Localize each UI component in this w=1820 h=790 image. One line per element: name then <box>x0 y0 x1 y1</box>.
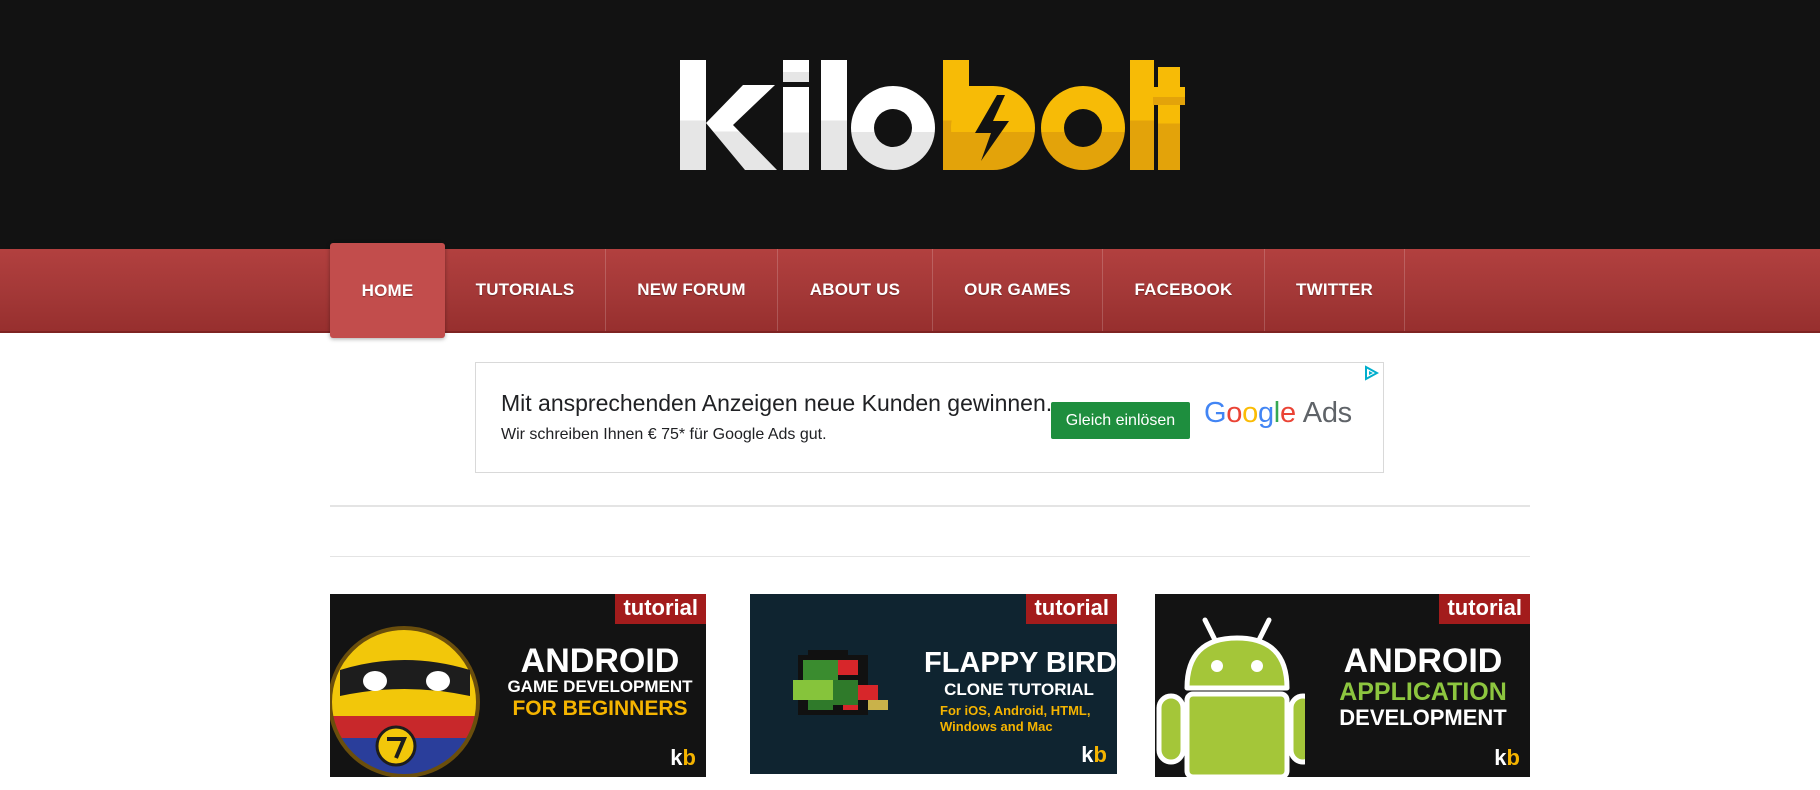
card-title: FLAPPY BIRD <box>924 647 1117 679</box>
card-platforms-line-2: Windows and Mac <box>940 719 1053 734</box>
tutorial-card-android-app-dev[interactable]: tutorial ANDROID APPLICATION DEVELOPMENT… <box>1155 594 1530 777</box>
nav-item-about-us[interactable]: ABOUT US <box>778 249 933 331</box>
content-divider <box>330 505 1530 507</box>
ad-headline[interactable]: Mit ansprechenden Anzeigen neue Kunden g… <box>501 390 1052 417</box>
kb-logo: kb <box>1494 745 1520 770</box>
ninja-mascot-icon <box>330 626 480 777</box>
nav-item-facebook[interactable]: FACEBOOK <box>1103 249 1265 331</box>
tutorial-tag: tutorial <box>615 594 706 624</box>
kb-logo: kb <box>1081 742 1107 767</box>
kilobolt-logo-icon <box>680 60 1185 170</box>
kb-logo: kb <box>670 745 696 770</box>
nav-item-twitter[interactable]: TWITTER <box>1265 249 1405 331</box>
site-header <box>0 0 1820 250</box>
card-subtitle: DEVELOPMENT <box>1339 705 1507 730</box>
nav-item-tutorials[interactable]: TUTORIALS <box>445 249 606 331</box>
card-subtitle-highlight: FOR BEGINNERS <box>512 697 688 720</box>
kilobolt-logo[interactable] <box>675 55 1185 175</box>
tutorial-card-android-game-dev[interactable]: tutorial ANDROID GAME DEVELOPMENT FOR BE… <box>330 594 706 777</box>
card-subtitle: GAME DEVELOPMENT <box>507 677 693 696</box>
card-platforms-line-1: For iOS, Android, HTML, <box>940 703 1091 718</box>
content-divider <box>330 556 1530 557</box>
nav-item-our-games[interactable]: OUR GAMES <box>933 249 1103 331</box>
tutorial-tag: tutorial <box>1439 594 1530 624</box>
card-subtitle: CLONE TUTORIAL <box>944 680 1094 699</box>
tutorial-tag: tutorial <box>1026 594 1117 624</box>
nav-item-home[interactable]: HOME <box>330 243 445 338</box>
pixel-bird-icon <box>793 650 888 715</box>
adchoices-icon[interactable] <box>1363 365 1379 381</box>
tutorial-card-flappy-bird[interactable]: tutorial FLAPPY BIRD CLONE TUTORIAL For … <box>750 594 1117 774</box>
nav-item-new-forum[interactable]: NEW FORUM <box>606 249 778 331</box>
card-title: ANDROID <box>1343 642 1503 680</box>
ads-label: Ads <box>1302 397 1352 429</box>
google-ads-logo: Google Ads <box>1204 397 1352 429</box>
card-title: ANDROID <box>520 642 680 680</box>
ad-cta-button[interactable]: Gleich einlösen <box>1051 402 1190 439</box>
android-robot-icon <box>1156 617 1305 777</box>
card-subtitle-highlight: APPLICATION <box>1339 678 1507 706</box>
google-ad-banner[interactable]: Mit ansprechenden Anzeigen neue Kunden g… <box>475 362 1384 473</box>
ad-description: Wir schreiben Ihnen € 75* für Google Ads… <box>501 426 827 443</box>
